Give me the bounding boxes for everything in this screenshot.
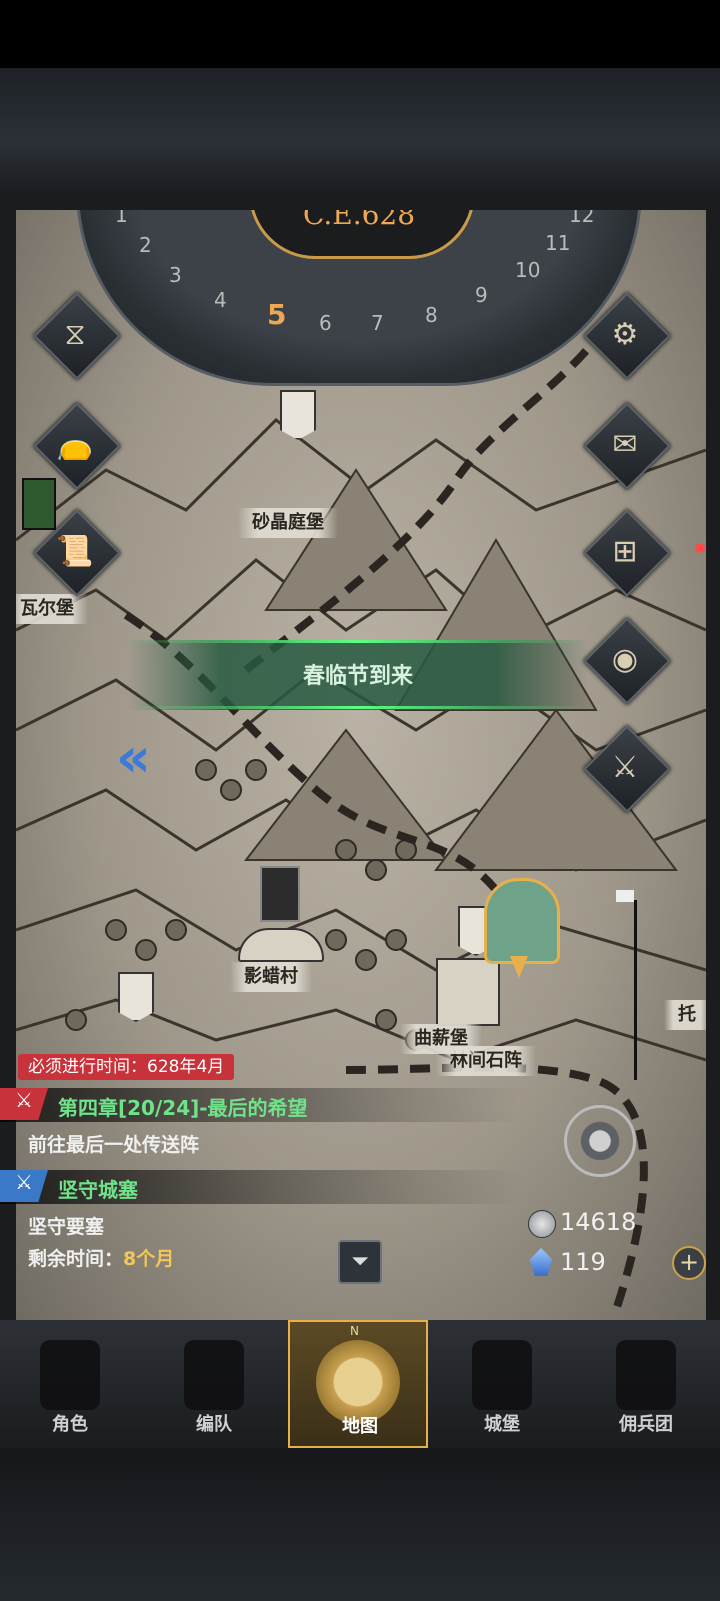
- silver-amount: 14618: [560, 1208, 637, 1236]
- edge-notification-dot: [695, 543, 705, 553]
- armored-knight-icon: [184, 1340, 244, 1410]
- bottom-nav: 角色 编队 N 地图 城堡 佣兵团: [0, 1320, 720, 1448]
- deadline-text: 必须进行时间：628年4月: [28, 1057, 225, 1077]
- month-3: 3: [169, 263, 182, 287]
- task-desc: 坚守要塞: [28, 1216, 105, 1238]
- village-banner-icon: [260, 866, 300, 922]
- helmet-icon: [484, 878, 560, 964]
- event-banner-text: 春临节到来: [302, 664, 413, 689]
- nav-castle-label: 城堡: [484, 1414, 520, 1435]
- settings-button[interactable]: ⚙: [583, 292, 671, 380]
- nav-map-label: 地图: [342, 1416, 378, 1437]
- add-crystal-button[interactable]: +: [672, 1246, 706, 1280]
- nav-role-label: 角色: [52, 1414, 88, 1435]
- month-8: 8: [425, 303, 438, 327]
- nav-map[interactable]: N 地图: [288, 1320, 428, 1448]
- nav-role[interactable]: 角色: [0, 1320, 140, 1448]
- nav-team[interactable]: 编队: [144, 1320, 284, 1448]
- coin-button[interactable]: ◉: [583, 617, 671, 705]
- remaining-label: 剩余时间：: [28, 1248, 124, 1270]
- system-nav-area: [0, 1448, 720, 1601]
- month-2: 2: [139, 233, 152, 257]
- deadline-tag: 必须进行时间：628年4月: [18, 1054, 235, 1080]
- event-banner[interactable]: 春临节到来: [128, 640, 588, 710]
- chapter-title[interactable]: 第四章[20/24]-最后的希望: [58, 1092, 308, 1121]
- mail-icon: ✉: [612, 426, 638, 462]
- knight-icon: [40, 1340, 100, 1410]
- collapse-button[interactable]: ⏷: [338, 1240, 382, 1284]
- quest-panel[interactable]: 必须进行时间：628年4月 ⚔ 第四章[20/24]-最后的希望 前往最后一处传…: [0, 1050, 720, 1284]
- banner-line-top: [128, 640, 588, 643]
- month-1: 1: [115, 210, 128, 227]
- month-5-current: 5: [267, 298, 287, 331]
- month-9: 9: [475, 283, 488, 307]
- scroll-icon: 📜: [56, 533, 94, 569]
- bag-button[interactable]: 👝: [33, 402, 121, 490]
- month-7: 7: [371, 311, 384, 335]
- gear-icon: ⚙: [611, 316, 639, 352]
- chapter-desc: 前往最后一处传送阵: [28, 1134, 200, 1156]
- marker-pointer: [510, 956, 528, 978]
- castle-left-flag: [118, 972, 154, 1022]
- month-10: 10: [515, 258, 541, 282]
- scroll-button[interactable]: 📜: [33, 509, 121, 597]
- helmet-sword-icon: ⚔: [611, 749, 639, 785]
- mercenary-banner-icon: [616, 1340, 676, 1410]
- nav-castle[interactable]: 城堡: [432, 1320, 572, 1448]
- place-label[interactable]: 影蜡村: [230, 962, 312, 992]
- place-label[interactable]: 砂晶庭堡: [238, 508, 338, 538]
- hourglass-icon: ⧖: [64, 316, 86, 352]
- crystal-amount: 119: [560, 1248, 606, 1276]
- grid-icon: ⊞: [612, 533, 638, 569]
- castle-top-flag: [280, 390, 316, 440]
- silver-icon: [528, 1210, 556, 1238]
- status-bar: [0, 0, 720, 68]
- hourglass-button[interactable]: ⧖: [33, 292, 121, 380]
- coin-icon: ◉: [611, 641, 639, 677]
- player-location-marker[interactable]: [484, 878, 560, 988]
- place-label[interactable]: 瓦尔堡: [16, 594, 88, 624]
- month-4: 4: [214, 288, 227, 312]
- crystal-icon: [530, 1248, 552, 1276]
- month-12: 12: [569, 210, 595, 227]
- castle-nav-icon: [472, 1340, 532, 1410]
- remaining-time: 剩余时间：8个月: [28, 1244, 174, 1271]
- chevron-left-icon[interactable]: «: [116, 726, 151, 789]
- equipment-button[interactable]: ⚔: [583, 725, 671, 813]
- remaining-value: 8个月: [123, 1248, 175, 1270]
- month-6: 6: [319, 311, 332, 335]
- village-house-icon: [238, 928, 324, 962]
- compass-n-label: N: [350, 1324, 359, 1338]
- bag-icon: 👝: [56, 426, 94, 462]
- task-title[interactable]: 坚守城塞: [58, 1174, 138, 1203]
- nav-mercenary-label: 佣兵团: [619, 1414, 673, 1435]
- month-11: 11: [545, 231, 571, 255]
- mail-button[interactable]: ✉: [583, 402, 671, 490]
- header-band: [0, 68, 720, 193]
- banner-line-bottom: [128, 706, 588, 709]
- nav-mercenary[interactable]: 佣兵团: [576, 1320, 716, 1448]
- grid-button[interactable]: ⊞: [583, 509, 671, 597]
- route-flag-icon: [616, 890, 634, 902]
- nav-team-label: 编队: [196, 1414, 232, 1435]
- place-label[interactable]: 托: [664, 1000, 706, 1030]
- era-label: C.E.628: [302, 210, 416, 231]
